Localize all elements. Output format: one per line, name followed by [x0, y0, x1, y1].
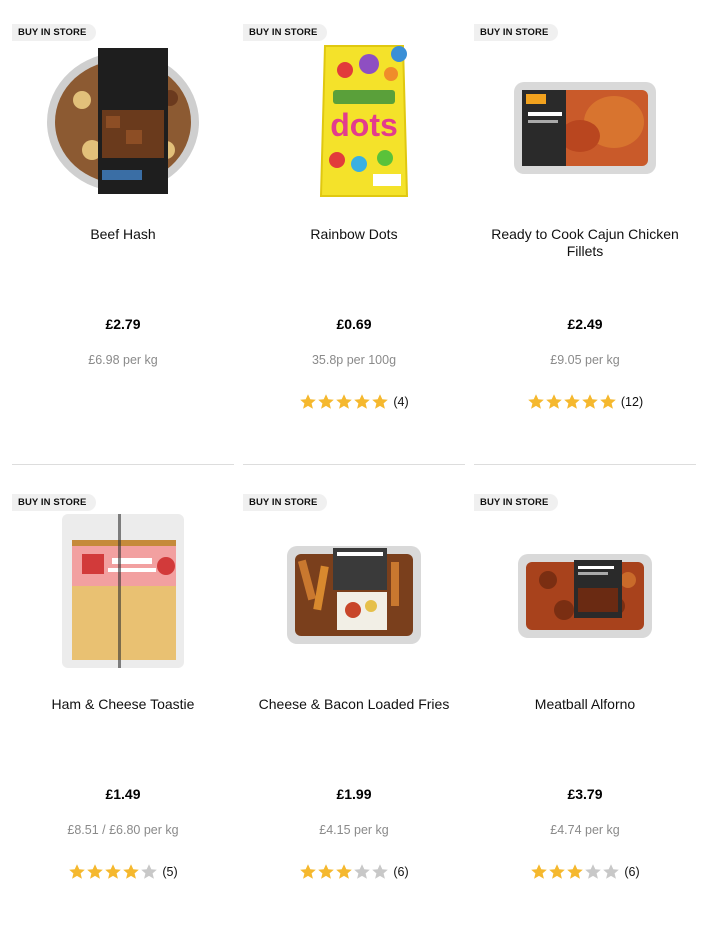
stars: [68, 863, 158, 881]
star-rating: (12): [474, 393, 696, 411]
product-unit-price: £4.15 per kg: [319, 823, 389, 837]
star-filled-icon: [528, 394, 544, 409]
review-count[interactable]: (5): [162, 865, 177, 879]
product-price: £2.79: [105, 316, 141, 332]
star-filled-icon: [105, 864, 122, 879]
product-card[interactable]: BUY IN STORE Beef Hash £2.79 £6.98 per k…: [12, 20, 234, 460]
review-count[interactable]: (6): [393, 865, 408, 879]
review-count[interactable]: (12): [621, 395, 643, 409]
product-image-meatball-alforno[interactable]: [504, 510, 666, 670]
product-name[interactable]: Ready to Cook Cajun Chicken Fillets: [474, 226, 696, 260]
product-price: £3.79: [567, 786, 603, 802]
product-unit-price: £4.74 per kg: [550, 823, 620, 837]
star-filled-icon: [318, 864, 335, 879]
star-empty-icon: [141, 864, 158, 879]
product-unit-price: £8.51 / £6.80 per kg: [67, 823, 179, 837]
product-unit-price: £9.05 per kg: [550, 353, 620, 367]
star-filled-icon: [336, 864, 353, 879]
buy-in-store-badge: BUY IN STORE: [243, 494, 328, 511]
star-rating: (4): [243, 393, 465, 411]
product-price: £1.49: [105, 786, 141, 802]
star-filled-icon: [372, 394, 389, 409]
buy-in-store-badge: BUY IN STORE: [12, 24, 97, 41]
star-filled-icon: [567, 864, 584, 879]
star-filled-icon: [69, 864, 86, 879]
star-filled-icon: [546, 394, 562, 409]
star-filled-icon: [87, 864, 104, 879]
star-rating: (6): [243, 863, 465, 881]
star-filled-icon: [318, 394, 335, 409]
stars: [299, 393, 389, 411]
review-count[interactable]: (4): [393, 395, 408, 409]
product-name[interactable]: Ham & Cheese Toastie: [12, 696, 234, 713]
review-count[interactable]: (6): [624, 865, 639, 879]
star-filled-icon: [300, 394, 317, 409]
star-filled-icon: [531, 864, 548, 879]
svg-text:dots: dots: [330, 107, 398, 143]
row-divider: [243, 464, 465, 465]
product-card[interactable]: BUY IN STORE Cheese & Bacon Loaded Fries…: [243, 490, 465, 930]
star-filled-icon: [336, 394, 353, 409]
buy-in-store-badge: BUY IN STORE: [243, 24, 328, 41]
star-rating: (5): [12, 863, 234, 881]
star-rating: (6): [474, 863, 696, 881]
star-filled-icon: [123, 864, 140, 879]
stars: [299, 863, 389, 881]
product-card[interactable]: BUY IN STORE Ready to Cook Cajun Chicken…: [474, 20, 696, 460]
row-divider: [12, 464, 234, 465]
star-filled-icon: [600, 394, 616, 409]
star-empty-icon: [585, 864, 602, 879]
product-unit-price: £6.98 per kg: [88, 353, 158, 367]
star-filled-icon: [564, 394, 580, 409]
product-card[interactable]: BUY IN STORE Meatball Alforno £3.79 £4.7…: [474, 490, 696, 930]
buy-in-store-badge: BUY IN STORE: [12, 494, 97, 511]
product-price: £1.99: [336, 786, 372, 802]
product-name[interactable]: Cheese & Bacon Loaded Fries: [243, 696, 465, 713]
product-image-ham-cheese-toastie[interactable]: [42, 510, 204, 670]
star-empty-icon: [603, 864, 620, 879]
product-name[interactable]: Meatball Alforno: [474, 696, 696, 713]
product-image-loaded-fries[interactable]: [273, 510, 435, 670]
product-name[interactable]: Rainbow Dots: [243, 226, 465, 243]
star-filled-icon: [354, 394, 371, 409]
row-divider: [474, 464, 696, 465]
star-filled-icon: [300, 864, 317, 879]
product-image-beef-hash[interactable]: [42, 40, 204, 200]
star-filled-icon: [582, 394, 598, 409]
star-filled-icon: [549, 864, 566, 879]
buy-in-store-badge: BUY IN STORE: [474, 24, 559, 41]
product-price: £2.49: [567, 316, 603, 332]
stars: [530, 863, 620, 881]
product-image-rainbow-dots[interactable]: dots: [273, 40, 435, 200]
star-empty-icon: [372, 864, 389, 879]
star-empty-icon: [354, 864, 371, 879]
product-price: £0.69: [336, 316, 372, 332]
product-unit-price: 35.8p per 100g: [311, 353, 397, 367]
product-name[interactable]: Beef Hash: [12, 226, 234, 243]
product-card[interactable]: BUY IN STORE Ham & Cheese Toastie £1.49 …: [12, 490, 234, 930]
buy-in-store-badge: BUY IN STORE: [474, 494, 559, 511]
product-image-cajun-chicken[interactable]: [504, 40, 666, 200]
product-grid: BUY IN STORE Beef Hash £2.79 £6.98 per k…: [0, 0, 710, 908]
stars: [527, 393, 617, 411]
product-card[interactable]: BUY IN STORE dots Rainbow Dots £0.69 35.…: [243, 20, 465, 460]
